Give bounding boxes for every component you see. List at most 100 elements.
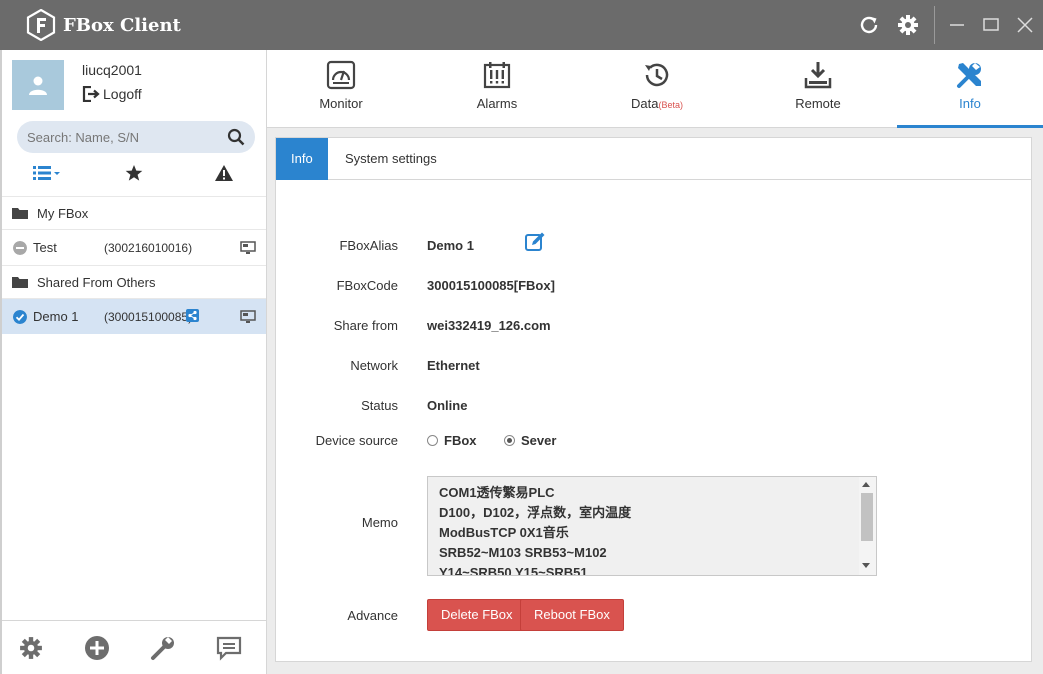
offline-status-icon <box>13 241 27 255</box>
tab-monitor[interactable]: Monitor <box>266 50 416 128</box>
beta-badge: (Beta) <box>658 100 683 110</box>
edit-alias-icon[interactable] <box>524 231 546 253</box>
memo-content: COM1透传繁易PLC D100，D102，浮点数，室内温度 ModBusTCP… <box>439 483 859 575</box>
search-input[interactable] <box>27 128 217 146</box>
status-value: Online <box>427 398 468 413</box>
sidebar: liucq2001 Logoff My FBox Test (300216010… <box>0 50 267 674</box>
tab-info-label: Info <box>959 96 981 111</box>
memo-line: SRB52~M103 SRB53~M102 <box>439 545 607 560</box>
delete-fbox-button[interactable]: Delete FBox <box>427 599 527 631</box>
logoff-label: Logoff <box>103 86 142 102</box>
memo-line: COM1透传繁易PLC <box>439 485 555 500</box>
username: liucq2001 <box>82 62 142 78</box>
reboot-fbox-button[interactable]: Reboot FBox <box>520 599 624 631</box>
settings-gear-icon[interactable] <box>16 633 46 663</box>
search-icon[interactable] <box>227 128 245 146</box>
history-clock-icon <box>645 63 669 87</box>
top-navigation: Monitor Alarms Data(Beta) Remote Info <box>267 50 1043 128</box>
device-row-test[interactable]: Test (300216010016) <box>2 229 266 265</box>
code-value: 300015100085[FBox] <box>427 278 555 293</box>
logoff-button[interactable]: Logoff <box>82 86 142 102</box>
tab-remote-label: Remote <box>795 96 841 111</box>
user-icon <box>29 76 47 95</box>
source-radio-sever[interactable]: Sever <box>504 433 556 448</box>
folder-icon <box>12 208 28 219</box>
alarm-icon <box>483 62 511 89</box>
radio-label: Sever <box>521 433 557 448</box>
tab-data-label: Data(Beta) <box>582 96 732 111</box>
group-label: My FBox <box>37 205 89 221</box>
memo-textarea[interactable]: COM1透传繁易PLC D100，D102，浮点数，室内温度 ModBusTCP… <box>427 476 877 576</box>
wrench-tools-icon[interactable] <box>148 633 178 663</box>
share-from-label: Share from <box>333 318 398 333</box>
group-label: Shared From Others <box>37 274 156 290</box>
tools-info-icon <box>957 63 981 88</box>
list-icon <box>33 166 60 180</box>
tab-remote[interactable]: Remote <box>743 50 893 128</box>
device-serial: (300216010016) <box>104 241 193 255</box>
subtabs: Info System settings <box>276 138 1031 180</box>
device-name: Test <box>33 240 57 255</box>
alias-value: Demo 1 <box>427 238 474 253</box>
fbox-logo-icon <box>26 9 56 41</box>
subtab-info[interactable]: Info <box>276 138 328 180</box>
subtab-system-settings[interactable]: System settings <box>330 138 452 180</box>
scroll-down-arrow-icon[interactable] <box>862 563 870 568</box>
tab-monitor-label: Monitor <box>319 96 363 111</box>
logoff-icon <box>82 86 100 102</box>
main-area: Monitor Alarms Data(Beta) Remote Info In… <box>267 50 1043 674</box>
sidebar-toolbar <box>2 620 266 674</box>
filter-row <box>2 158 266 188</box>
source-radio-fbox[interactable]: FBox <box>427 433 477 448</box>
device-serial: (300015100085) <box>104 310 193 324</box>
group-my-fbox[interactable]: My FBox <box>2 196 266 229</box>
tab-info[interactable]: Info <box>897 50 1043 128</box>
network-value: Ethernet <box>427 358 480 373</box>
maximize-icon[interactable] <box>979 13 1003 37</box>
radio-circle[interactable] <box>427 435 438 446</box>
message-chat-icon[interactable] <box>214 633 244 663</box>
info-panel: Info System settings FBoxAlias Demo 1 FB… <box>275 137 1032 662</box>
tab-alarms[interactable]: Alarms <box>422 50 572 128</box>
avatar[interactable] <box>12 60 64 110</box>
remote-download-icon <box>804 62 832 89</box>
device-name: Demo 1 <box>33 309 79 324</box>
online-check-icon <box>13 310 27 324</box>
add-device-icon[interactable] <box>82 633 112 663</box>
favorites-star-icon[interactable] <box>119 162 149 184</box>
folder-icon <box>12 277 28 288</box>
close-icon[interactable] <box>1013 13 1037 37</box>
scroll-up-arrow-icon[interactable] <box>862 482 870 487</box>
group-shared-from-others[interactable]: Shared From Others <box>2 265 266 298</box>
alarm-warning-icon[interactable] <box>209 162 239 184</box>
device-row-demo-1[interactable]: Demo 1 (300015100085) <box>2 298 266 334</box>
code-label: FBoxCode <box>336 278 398 293</box>
memo-line: ModBusTCP 0X1音乐 <box>439 525 569 540</box>
user-area: liucq2001 Logoff <box>2 50 266 120</box>
title-bar: FBox Client <box>0 0 1043 50</box>
share-from-value: wei332419_126.com <box>427 318 551 333</box>
list-view-dropdown[interactable] <box>32 162 62 184</box>
tab-data[interactable]: Data(Beta) <box>582 50 732 128</box>
remote-desktop-icon[interactable] <box>240 241 256 255</box>
settings-gear-icon[interactable] <box>896 13 920 37</box>
app-title: FBox Client <box>63 15 181 36</box>
network-label: Network <box>350 358 398 373</box>
minimize-icon[interactable] <box>945 13 969 37</box>
tab-alarms-label: Alarms <box>476 96 518 111</box>
share-icon <box>186 309 199 322</box>
tab-data-text: Data <box>631 96 659 111</box>
radio-label: FBox <box>444 433 477 448</box>
radio-circle-selected[interactable] <box>504 435 515 446</box>
scroll-thumb[interactable] <box>861 493 873 541</box>
memo-label: Memo <box>361 515 398 530</box>
memo-line: D100，D102，浮点数，室内温度 <box>439 505 632 520</box>
memo-scrollbar[interactable] <box>859 477 876 575</box>
refresh-icon[interactable] <box>857 13 881 37</box>
remote-desktop-icon[interactable] <box>240 310 256 324</box>
device-source-label: Device source <box>315 433 398 448</box>
titlebar-divider <box>934 6 935 44</box>
monitor-gauge-icon <box>326 60 356 90</box>
status-label: Status <box>361 398 398 413</box>
search-box <box>17 121 255 153</box>
